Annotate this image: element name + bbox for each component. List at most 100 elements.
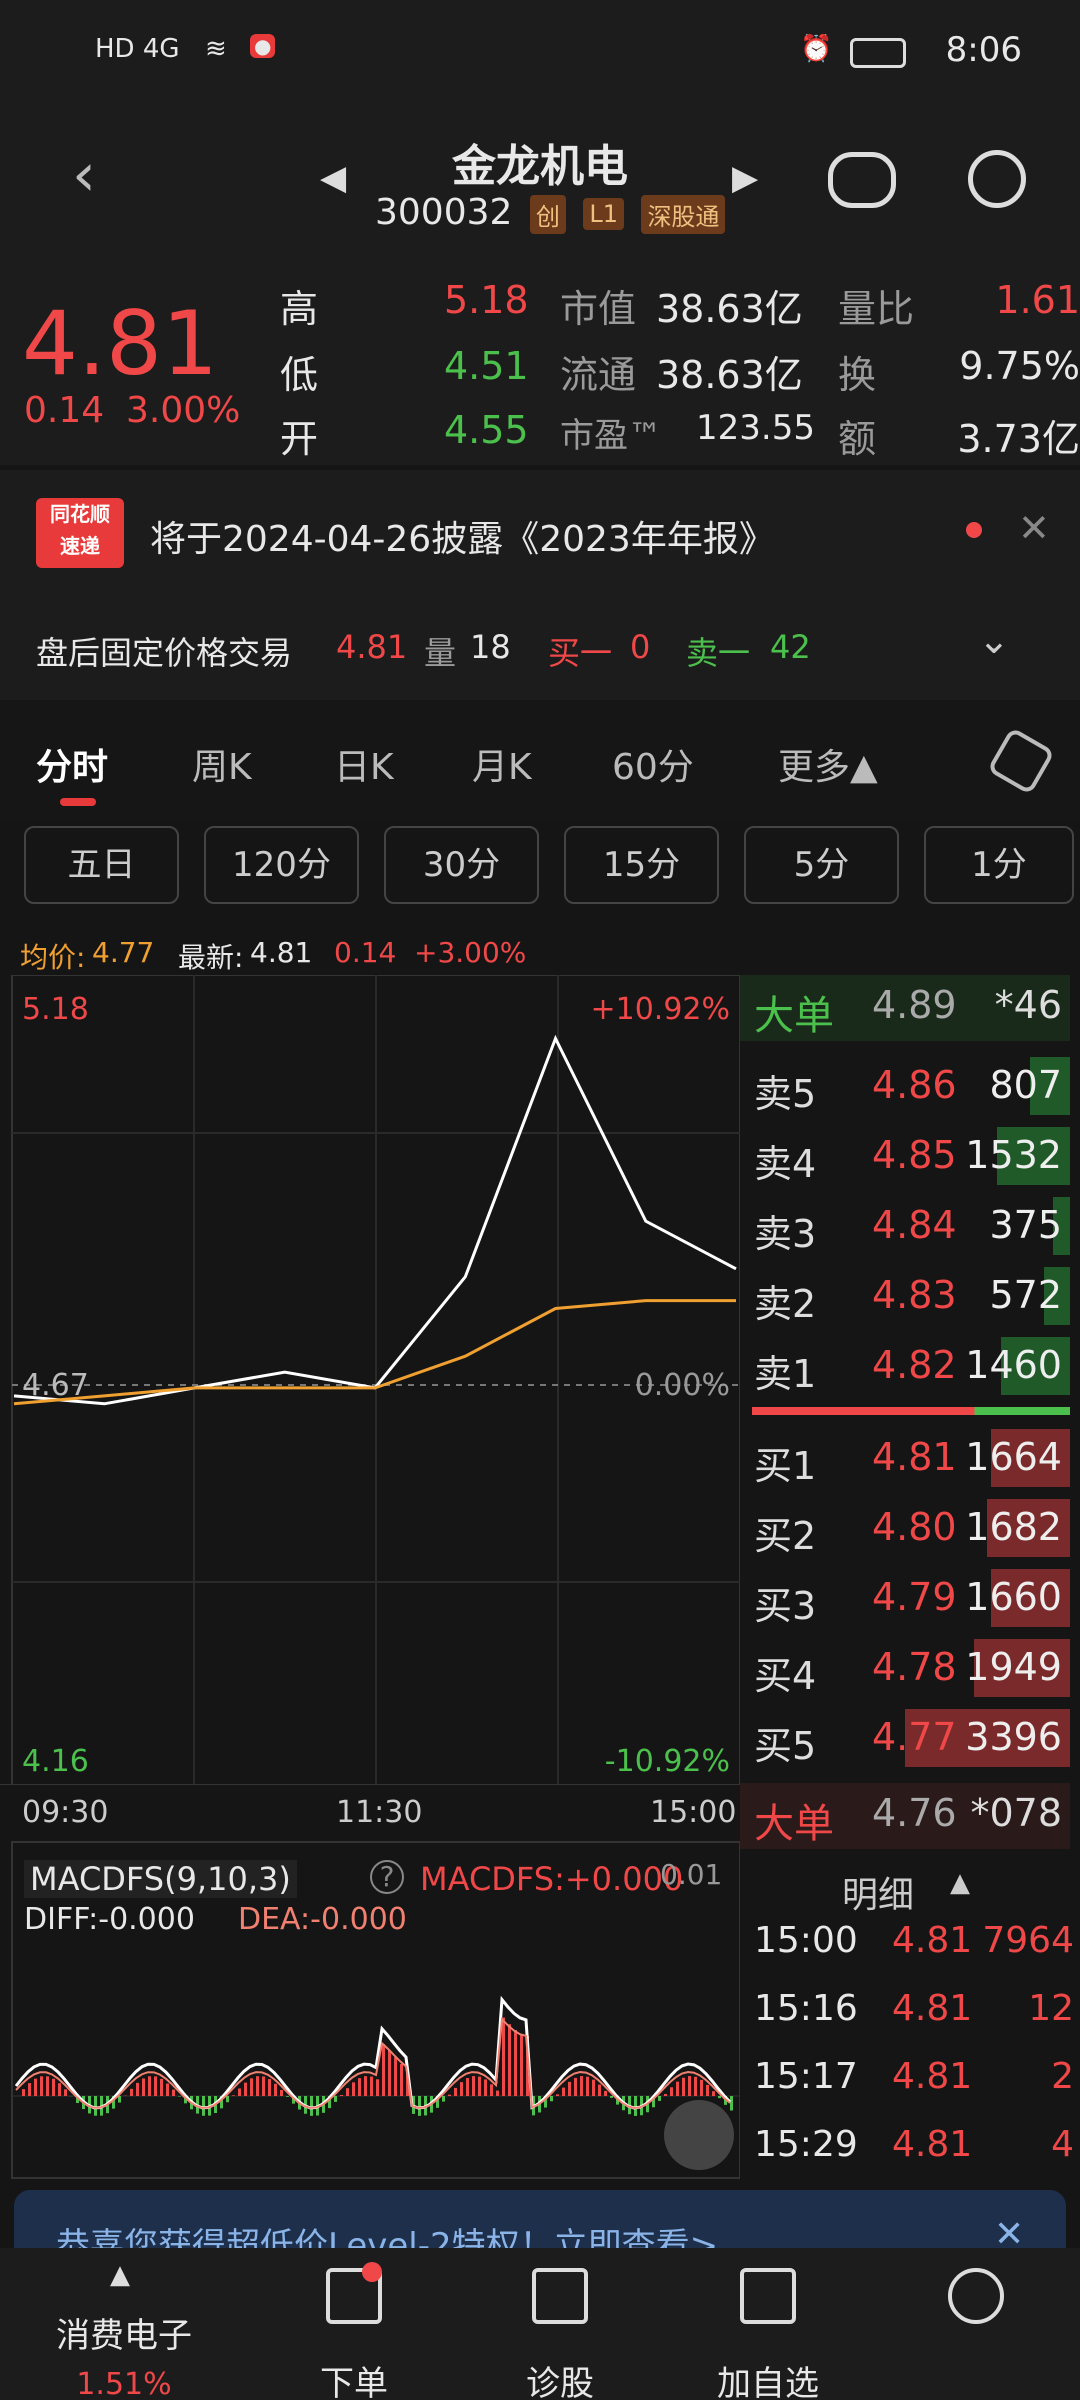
nav-sector[interactable]: 消费电子 1.51%: [24, 2308, 224, 2400]
macd-bar: [598, 2084, 601, 2096]
chevron-down-icon[interactable]: ⌄: [978, 618, 1010, 662]
macd-bar: [688, 2076, 691, 2096]
detail-vol: 2: [1051, 2056, 1074, 2097]
brand-line1: 同花顺: [50, 502, 110, 526]
tab-monthly[interactable]: 月K: [472, 738, 532, 790]
avg-label: 均价:: [20, 941, 86, 974]
chart-pct: +3.00%: [414, 936, 527, 969]
macd-bar: [568, 2081, 571, 2096]
fullscreen-icon[interactable]: [664, 2100, 734, 2170]
macd-bar: [28, 2083, 31, 2096]
bid-price: 4.78: [872, 1645, 957, 1689]
interval-30min[interactable]: 30分: [384, 826, 539, 904]
nav-diagnose[interactable]: 诊股: [460, 2356, 660, 2400]
macd-bar: [718, 2096, 721, 2099]
tab-weekly[interactable]: 周K: [192, 738, 252, 790]
macd-bar: [166, 2083, 169, 2096]
tab-60min[interactable]: 60分: [612, 738, 694, 790]
macd-bar: [358, 2078, 361, 2096]
macd-bar: [478, 2076, 481, 2096]
close-icon[interactable]: ✕: [1018, 506, 1050, 550]
volratio-value: 1.61: [995, 278, 1080, 322]
ask-row: 卖3 4.84 375: [740, 1195, 1070, 1261]
brand-line2: 速递: [60, 534, 100, 558]
nav-add-watchlist[interactable]: 加自选: [668, 2356, 868, 2400]
bid-qty: 1660: [965, 1575, 1062, 1619]
ask-row: 卖1 4.82 1460: [740, 1335, 1070, 1401]
float-value: 38.63亿: [656, 353, 803, 397]
notice-bar[interactable]: 同花顺 速递 将于2024-04-26披露《2023年年报》 ✕: [0, 470, 1080, 590]
macd-bar: [550, 2096, 553, 2102]
sort-up-icon[interactable]: ▲: [950, 1868, 970, 1898]
interval-15min[interactable]: 15分: [564, 826, 719, 904]
add-watchlist-icon[interactable]: [740, 2268, 796, 2324]
interval-5day[interactable]: 五日: [24, 826, 179, 904]
macd-bar: [340, 2094, 343, 2096]
open-label: 开: [280, 417, 319, 461]
macd-bar: [520, 2034, 523, 2096]
macd-bar: [502, 2017, 505, 2096]
interval-5min[interactable]: 5分: [744, 826, 899, 904]
macd-bar: [160, 2078, 163, 2096]
low-value: 4.51: [444, 344, 529, 388]
settings-hex-icon[interactable]: [986, 726, 1056, 796]
macd-bar: [286, 2096, 289, 2097]
macd-bar: [46, 2076, 49, 2096]
macd-bar: [508, 2024, 511, 2096]
robot-assistant-icon[interactable]: [828, 152, 896, 208]
diagnose-icon[interactable]: [532, 2268, 588, 2324]
current-price: 4.81: [22, 292, 218, 395]
next-stock-icon[interactable]: ▶: [732, 158, 758, 198]
macd-bar: [142, 2078, 145, 2096]
connect-tag: 深股通: [641, 194, 726, 234]
macd-bar: [376, 2079, 379, 2096]
nav-sector-label: 消费电子: [56, 2316, 192, 2356]
macd-bar: [454, 2087, 457, 2096]
detail-price: 4.81: [892, 2056, 973, 2097]
bid-qty: 1664: [965, 1435, 1062, 1479]
macd-bar: [700, 2079, 703, 2096]
help-icon[interactable]: ?: [370, 1860, 404, 1894]
bid-row: 买2 4.80 1682: [740, 1497, 1070, 1563]
after-hours-row[interactable]: 盘后固定价格交易 4.81 量 18 买一 0 卖一 42 ⌄: [0, 590, 1080, 700]
macd-panel[interactable]: MACDFS(9,10,3) ? MACDFS:+0.000 0.01 DIFF…: [0, 1840, 741, 2180]
macd-bar: [64, 2089, 67, 2096]
ask-qty: 1532: [965, 1133, 1062, 1177]
high-label: 高: [280, 287, 319, 331]
tab-daily[interactable]: 日K: [334, 738, 394, 790]
macd-bar: [238, 2088, 241, 2096]
x-start-label: 09:30: [22, 1795, 109, 1830]
after-hours-sell: 42: [770, 628, 811, 666]
macd-bar: [178, 2096, 181, 2097]
y-top-pct: +10.92%: [590, 992, 730, 1027]
level-tag: L1: [583, 198, 624, 230]
ask-row: 卖5 4.86 807: [740, 1055, 1070, 1121]
tab-intraday[interactable]: 分时: [36, 738, 108, 790]
after-hours-vol-label: 量: [424, 634, 457, 672]
detail-vol: 7964: [982, 1920, 1074, 1961]
detail-title: 明细: [842, 1875, 915, 1916]
macd-bar: [352, 2082, 355, 2096]
menu-icon[interactable]: [948, 2268, 1004, 2324]
notice-text: 将于2024-04-26披露《2023年年报》: [150, 519, 775, 560]
interval-1min[interactable]: 1分: [924, 826, 1074, 904]
trade-detail[interactable]: 明细 ▲ 15:00 4.81 7964 15:16 4.81 12 15:17 4.81 2 1…: [740, 1840, 1080, 2180]
clock: 8:06: [945, 30, 1022, 70]
nav-order[interactable]: 下单: [254, 2356, 454, 2400]
alarm-icon: ⏰: [800, 34, 833, 64]
macd-bar: [274, 2083, 277, 2096]
macd-bar: [202, 2096, 205, 2116]
macd-bar: [496, 2090, 499, 2096]
app-notification-icon: ●: [250, 34, 276, 58]
ask-qty: 1460: [965, 1343, 1062, 1387]
big-order-price: 4.89: [872, 983, 957, 1027]
macd-indicator-select[interactable]: MACDFS(9,10,3): [24, 1860, 297, 1898]
macd-bar: [262, 2076, 265, 2096]
macd-bar: [364, 2076, 367, 2096]
intraday-chart[interactable]: 5.18 +10.92% 4.67 0.00% 4.16 -10.92% 09:…: [0, 974, 741, 1830]
interval-120min[interactable]: 120分: [204, 826, 359, 904]
detail-price: 4.81: [892, 1988, 973, 2029]
search-icon[interactable]: [968, 150, 1026, 208]
tab-more[interactable]: 更多▲: [778, 738, 878, 790]
macd-bar: [586, 2076, 589, 2096]
